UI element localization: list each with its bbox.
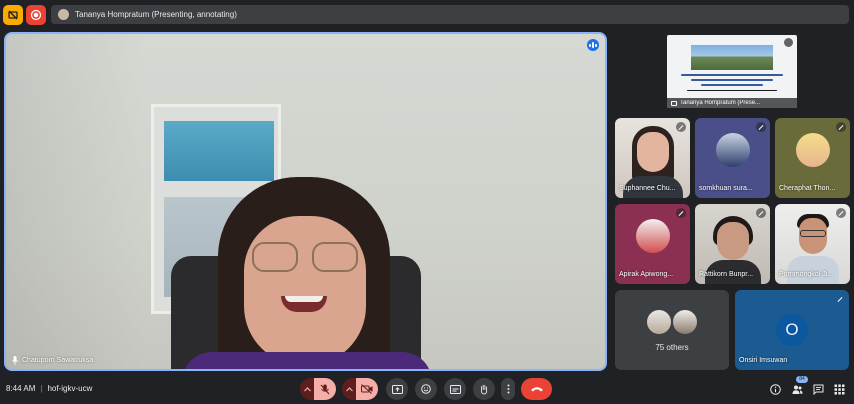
slide-photo (691, 45, 773, 70)
mic-off-icon (836, 208, 846, 218)
presenter-avatar (58, 9, 69, 20)
participant-tile[interactable]: Apirak Apiwong... (615, 204, 690, 284)
mic-off-icon (835, 294, 845, 304)
participant-name: Apirak Apiwong... (619, 271, 674, 278)
reactions-button[interactable] (415, 378, 437, 400)
participant-tile[interactable]: Cheraphat Thon... (775, 118, 850, 198)
participant-name: Onsiri Imsuwan (739, 357, 788, 364)
info-icon[interactable] (770, 384, 781, 395)
captions-button[interactable] (444, 378, 466, 400)
mic-off-icon (756, 122, 766, 132)
avatar (715, 133, 750, 167)
raise-hand-button[interactable] (473, 378, 495, 400)
participant-name: somkhuan sura... (699, 185, 753, 192)
present-icon (671, 100, 677, 106)
camera-off-icon (361, 384, 373, 394)
participant-tile[interactable]: Suphannee Chu... (615, 118, 690, 198)
participant-tile[interactable]: Pornmongkol Ji... (775, 204, 850, 284)
participant-tile[interactable]: Rattikorn Bunpr... (695, 204, 770, 284)
main-video-name-tag: Chatuporn Sawatruksa (12, 356, 93, 365)
end-call-icon (530, 387, 543, 392)
emoji-icon (421, 384, 431, 394)
others-count: 75 others (655, 343, 689, 352)
main-video-name: Chatuporn Sawatruksa (22, 357, 94, 364)
more-vert-icon (507, 384, 509, 394)
avatar: O (776, 314, 808, 346)
presentation-tile[interactable]: Tananya Hompratum (Prese... (667, 35, 797, 108)
mic-off-icon (676, 122, 686, 132)
mic-toggle-button[interactable] (314, 378, 336, 400)
captions-icon (449, 384, 461, 394)
mic-off-icon (836, 122, 846, 132)
separator: | (40, 384, 43, 393)
participant-tile[interactable]: somkhuan sura... (695, 118, 770, 198)
leave-call-button[interactable] (521, 378, 552, 400)
avatar (635, 219, 670, 253)
present-button[interactable] (386, 378, 408, 400)
activities-icon[interactable] (834, 384, 845, 395)
participant-name: Suphannee Chu... (619, 185, 676, 192)
presenter-pill[interactable]: Tananya Hompratum (Presenting, annotatin… (51, 5, 849, 24)
clock-time: 8:44 AM (6, 384, 36, 393)
others-tile[interactable]: 75 others (615, 290, 729, 370)
mic-icon (12, 356, 18, 365)
mic-off-icon (676, 208, 686, 218)
mic-options-button[interactable] (300, 378, 314, 400)
participant-tile[interactable]: O Onsiri Imsuwan (735, 290, 849, 370)
avatar (795, 133, 830, 167)
bottom-bar: 8:44 AM | hof-igkv-ucw (0, 374, 854, 404)
more-options-button[interactable] (501, 378, 515, 400)
recording-icon[interactable] (26, 5, 46, 25)
speaker-glasses (252, 242, 360, 272)
avatar (645, 308, 673, 336)
meeting-details: 8:44 AM | hof-igkv-ucw (6, 384, 92, 393)
people-icon[interactable] (792, 384, 803, 395)
camera-options-button[interactable] (342, 378, 356, 400)
meeting-code[interactable]: hof-igkv-ucw (47, 384, 92, 393)
hand-icon (480, 384, 488, 394)
avatar (671, 308, 699, 336)
mic-off-icon (784, 38, 793, 47)
speaking-indicator-icon (587, 39, 599, 51)
chat-icon[interactable] (813, 384, 824, 395)
presentation-caption: Tananya Hompratum (Prese... (667, 98, 797, 108)
participant-name: Cheraphat Thon... (779, 185, 836, 192)
present-icon (391, 384, 403, 394)
activities-icon[interactable] (3, 5, 23, 25)
main-video-tile[interactable]: Chatuporn Sawatruksa (4, 32, 607, 371)
chevron-up-icon (303, 386, 311, 391)
top-bar: Tananya Hompratum (Presenting, annotatin… (0, 0, 854, 30)
chevron-up-icon (345, 386, 353, 391)
presenter-label: Tananya Hompratum (Presenting, annotatin… (75, 10, 237, 19)
mic-off-icon (756, 208, 766, 218)
camera-toggle-button[interactable] (356, 378, 378, 400)
participant-name: Pornmongkol Ji... (779, 271, 834, 278)
meet-window: Tananya Hompratum (Presenting, annotatin… (0, 0, 854, 404)
speaker-face (244, 216, 366, 366)
mic-off-icon (320, 384, 330, 394)
participant-name: Rattikorn Bunpr... (699, 271, 754, 278)
people-count-badge: 84 (796, 376, 808, 383)
